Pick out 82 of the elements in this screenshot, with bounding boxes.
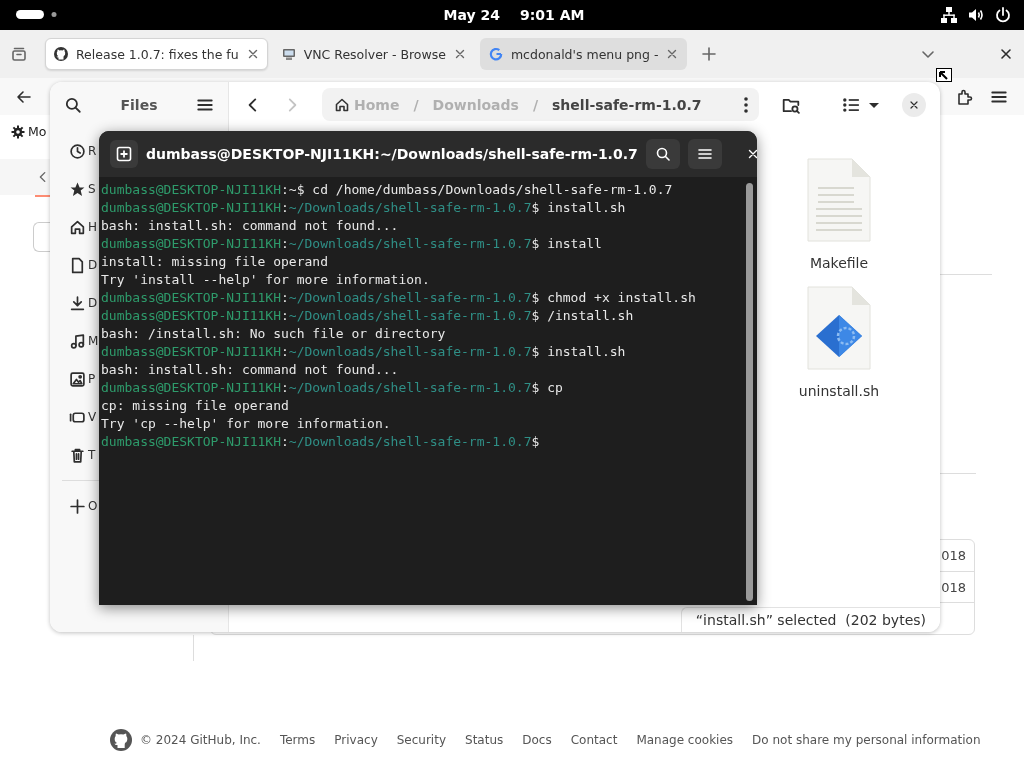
terminal-line: dumbass@DESKTOP-NJI11KH:~/Downloads/shell-safe-rm-1.0.7$ cp — [101, 379, 564, 397]
terminal-line: Try 'install --help' for more information. — [101, 271, 431, 289]
terminal-line: dumbass@DESKTOP-NJI11KH:~/Downloads/shell-safe-rm-1.0.7$ install — [101, 235, 603, 253]
search-icon[interactable] — [64, 95, 82, 114]
bookmark-item[interactable]: Mo — [11, 124, 47, 139]
close-icon[interactable] — [998, 46, 1014, 62]
google-icon — [487, 46, 504, 62]
clock-icon — [69, 142, 86, 160]
window-title: dumbass@DESKTOP-NJI11KH:~/Downloads/shell-safe-rm-1.0.7 — [146, 146, 638, 162]
terminal-line: dumbass@DESKTOP-NJI11KH:~/Downloads/shell-safe-rm-1.0.7$ /install.sh — [101, 307, 635, 325]
puzzle-icon[interactable] — [956, 87, 974, 106]
sidebar-item[interactable]: O — [50, 487, 98, 525]
sidebar-item[interactable]: P — [50, 360, 96, 398]
document-icon — [69, 256, 86, 274]
file-name[interactable]: Makefile — [809, 255, 869, 271]
search-button[interactable] — [645, 139, 680, 169]
terminal-line: dumbass@DESKTOP-NJI11KH:~/Downloads/shell-safe-rm-1.0.7$ — [101, 433, 541, 451]
date-text: May 24 — [443, 7, 500, 23]
footer-link[interactable]: Do not share my personal information — [752, 733, 981, 747]
plus-icon — [69, 497, 86, 515]
power-icon[interactable] — [994, 6, 1012, 24]
terminal-line: install: missing file operand — [101, 253, 329, 271]
more-options-icon[interactable] — [743, 95, 749, 114]
window-title: Files — [120, 96, 158, 113]
monitor-icon — [280, 46, 297, 62]
terminal-line: Try 'cp --help' for more information. — [101, 415, 392, 433]
network-icon[interactable] — [940, 6, 958, 24]
new-tab-button[interactable] — [110, 140, 138, 168]
copyright-text: © 2024 GitHub, Inc. — [140, 733, 261, 747]
volume-icon[interactable] — [967, 6, 985, 24]
new-tab-icon[interactable] — [701, 46, 718, 62]
file-name[interactable]: uninstall.sh — [798, 383, 880, 399]
terminal-line: bash: install.sh: command not found... — [101, 217, 400, 235]
path-separator: / — [532, 96, 539, 113]
menu-icon — [696, 146, 713, 162]
browser-tab[interactable]: Release 1.0.7: fixes the fu — [45, 38, 268, 70]
menu-button[interactable] — [687, 139, 722, 169]
sidebar-item[interactable]: V — [50, 398, 97, 436]
home-icon — [69, 218, 86, 236]
music-note-icon — [69, 332, 86, 350]
browser-tab[interactable]: mcdonald's menu png - — [479, 38, 688, 70]
sidebar-item[interactable]: R — [50, 132, 97, 170]
footer-link[interactable]: Security — [396, 733, 446, 747]
terminal-line: dumbass@DESKTOP-NJI11KH:~/Downloads/shell-safe-rm-1.0.7$ install.sh — [101, 199, 627, 217]
plus-box-icon — [116, 146, 132, 162]
footer-link[interactable]: Manage cookies — [636, 733, 734, 747]
terminal-line: bash: /install.sh: No such file or directory — [101, 325, 447, 343]
footer-link[interactable]: Terms — [279, 733, 316, 747]
terminal-line: dumbass@DESKTOP-NJI11KH:~/Downloads/shell-safe-rm-1.0.7$ install.sh — [101, 343, 627, 361]
sidebar-item[interactable]: M — [50, 322, 99, 360]
terminal-line: dumbass@DESKTOP-NJI11KH:~/Downloads/shell-safe-rm-1.0.7$ chmod +x install.sh — [101, 289, 697, 307]
github-icon — [53, 46, 69, 62]
sidebar-item[interactable]: D — [50, 246, 98, 284]
breadcrumb[interactable]: shell-safe-rm-1.0.7 — [552, 96, 702, 113]
gear-icon — [11, 124, 25, 139]
scrollbar[interactable] — [746, 183, 753, 601]
list-view-icon[interactable] — [842, 95, 860, 114]
clock-text: 9:01 AM — [520, 7, 585, 23]
footer-link[interactable]: Contact — [570, 733, 618, 747]
footer-link[interactable]: Docs — [522, 733, 552, 747]
github-logo-icon[interactable] — [109, 728, 133, 752]
terminal-line: cp: missing file operand — [101, 397, 290, 415]
star-icon — [69, 180, 86, 198]
sidebar-item[interactable]: T — [50, 436, 96, 474]
browser-tab[interactable]: VNC Resolver - Browse — [272, 38, 475, 70]
close-button[interactable] — [902, 92, 926, 117]
image-icon — [69, 370, 86, 388]
selection-status: “install.sh” selected (202 bytes) — [680, 607, 940, 632]
search-icon — [654, 146, 671, 162]
sidebar-item[interactable]: H — [50, 208, 98, 246]
path-separator: / — [413, 96, 419, 113]
tab-overview-icon[interactable] — [11, 46, 27, 62]
sidebar-item[interactable]: S — [50, 170, 96, 208]
home-icon — [334, 96, 350, 113]
trash-icon — [69, 446, 86, 464]
script-file-icon[interactable] — [804, 285, 874, 373]
terminal-line: dumbass@DESKTOP-NJI11KH:~$ cd /home/dumbass/Downloads/shell-safe-rm-1.0.7 — [101, 181, 674, 199]
footer-link[interactable]: Privacy — [334, 733, 378, 747]
download-icon — [69, 294, 86, 312]
footer-link[interactable]: Status — [465, 733, 504, 747]
sidebar-item[interactable]: D — [50, 284, 98, 322]
terminal-line: bash: install.sh: command not found... — [101, 361, 400, 379]
